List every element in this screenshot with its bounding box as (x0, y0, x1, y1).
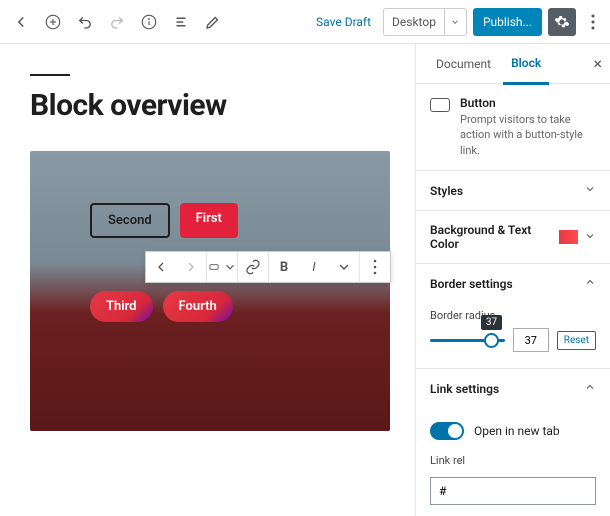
settings-sidebar: Document Block × Button Prompt visitors … (415, 44, 610, 516)
toolbar-italic[interactable]: I (299, 252, 329, 282)
toolbar-block-type[interactable] (207, 252, 237, 282)
button-fourth[interactable]: Fourth (163, 291, 233, 322)
publish-button[interactable]: Publish... (473, 8, 542, 36)
chevron-down-icon (444, 9, 466, 35)
chevron-up-icon (584, 381, 596, 396)
button-first[interactable]: First (180, 203, 238, 238)
open-new-tab-label: Open in new tab (474, 424, 560, 438)
border-radius-label: Border radius (430, 309, 596, 322)
undo-button[interactable] (70, 7, 100, 37)
preview-dropdown[interactable]: Desktop (383, 8, 467, 36)
toolbar-bold[interactable]: B (269, 252, 299, 282)
slider-tooltip: 37 (481, 315, 502, 330)
cover-block[interactable]: Second First B I (30, 151, 390, 431)
settings-button[interactable] (548, 8, 576, 36)
button-third[interactable]: Third (90, 291, 153, 322)
scrollbar-track (415, 44, 416, 516)
toolbar-more[interactable] (360, 252, 390, 282)
chevron-up-icon (584, 276, 596, 291)
slider-thumb[interactable] (484, 333, 499, 348)
more-menu-button[interactable] (582, 8, 604, 36)
panel-styles[interactable]: Styles (416, 171, 610, 210)
chevron-down-icon (584, 183, 596, 198)
button-block-icon (430, 98, 450, 112)
block-toolbar: B I (145, 251, 391, 283)
link-rel-label: Link rel (430, 454, 596, 467)
open-new-tab-toggle[interactable] (430, 422, 464, 440)
tab-document[interactable]: Document (428, 45, 499, 83)
border-radius-slider[interactable]: 37 (430, 339, 505, 342)
toolbar-more-format[interactable] (329, 252, 359, 282)
redo-button[interactable] (102, 7, 132, 37)
block-description: Prompt visitors to take action with a bu… (460, 112, 596, 158)
reset-button[interactable]: Reset (557, 331, 596, 350)
save-draft-button[interactable]: Save Draft (310, 11, 377, 33)
editor-topbar: Save Draft Desktop Publish... (0, 0, 610, 44)
info-button[interactable] (134, 7, 164, 37)
preview-mode-label: Desktop (384, 15, 444, 29)
color-swatch (559, 230, 578, 244)
panel-border-settings[interactable]: Border settings (416, 264, 610, 303)
chevron-down-icon (584, 230, 596, 245)
button-second[interactable]: Second (90, 203, 170, 238)
panel-bg-color[interactable]: Background & Text Color (416, 211, 610, 263)
close-sidebar-button[interactable]: × (593, 54, 602, 73)
toolbar-nav-next (176, 252, 206, 282)
panel-link-settings[interactable]: Link settings (416, 369, 610, 408)
tab-block[interactable]: Block (503, 44, 549, 85)
border-radius-input[interactable] (513, 328, 549, 352)
toolbar-link[interactable] (238, 252, 268, 282)
outline-button[interactable] (166, 7, 196, 37)
add-block-button[interactable] (38, 7, 68, 37)
block-name: Button (460, 96, 596, 110)
page-title[interactable]: Block overview (30, 88, 385, 123)
edit-mode-button[interactable] (198, 7, 228, 37)
back-button[interactable] (6, 7, 36, 37)
toolbar-nav-prev[interactable] (146, 252, 176, 282)
title-rule (30, 74, 70, 76)
editor-canvas[interactable]: Block overview Second First B I (0, 44, 415, 516)
link-rel-input[interactable] (430, 477, 596, 505)
